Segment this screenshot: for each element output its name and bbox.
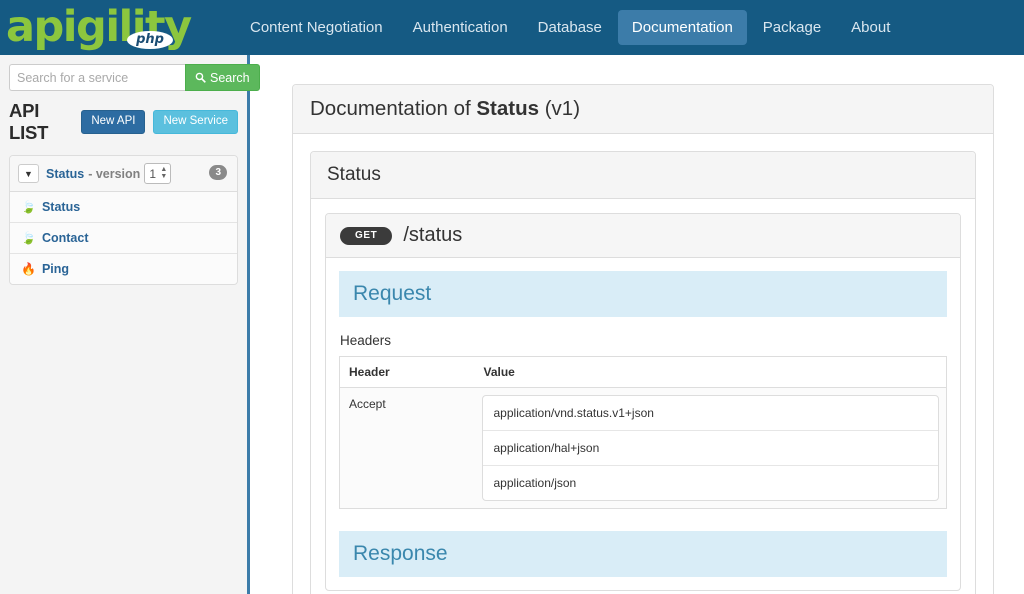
- page-title-name: Status: [476, 97, 539, 120]
- search-row: Search: [9, 64, 238, 91]
- service-panel: Status GET /status Request Headers: [310, 151, 976, 594]
- nav-item-package[interactable]: Package: [749, 10, 835, 45]
- version-stepper[interactable]: 1 ▲▼: [144, 163, 171, 184]
- documentation-panel-header: Documentation of Status (v1): [293, 85, 993, 134]
- cell-header-values: application/vnd.status.v1+json applicati…: [475, 388, 947, 509]
- api-version-label: - version: [88, 167, 140, 181]
- operation-body: Request Headers Header Value: [326, 258, 960, 590]
- list-item: application/json: [483, 466, 939, 500]
- fire-icon: 🔥: [21, 262, 36, 276]
- sidebar: Search API LIST New API New Service ▼ St…: [0, 55, 250, 594]
- api-list-title: API LIST: [9, 100, 73, 144]
- column-header-value: Value: [475, 357, 947, 388]
- api-panel-header: ▼ Status - version 1 ▲▼ 3: [10, 156, 237, 192]
- service-panel-body: GET /status Request Headers Header: [311, 199, 975, 594]
- brand-logo[interactable]: apigility php: [6, 0, 181, 55]
- sidebar-item-ping[interactable]: 🔥 Ping: [10, 254, 237, 284]
- api-count-badge: 3: [209, 165, 227, 180]
- documentation-panel: Documentation of Status (v1) Status GET …: [292, 84, 994, 594]
- operation-header: GET /status: [326, 214, 960, 258]
- table-body: Accept application/vnd.status.v1+json ap…: [340, 388, 947, 509]
- nav-item-about[interactable]: About: [837, 10, 904, 45]
- sidebar-item-label: Ping: [42, 262, 69, 276]
- documentation-panel-body: Status GET /status Request Headers: [293, 134, 993, 594]
- top-navbar: apigility php Content Negotiation Authen…: [0, 0, 1024, 55]
- php-badge-icon: php: [127, 31, 173, 49]
- nav-item-documentation[interactable]: Documentation: [618, 10, 747, 45]
- search-button[interactable]: Search: [185, 64, 260, 91]
- search-icon: [195, 72, 206, 83]
- request-section-header: Request: [339, 271, 947, 317]
- leaf-icon: 🍃: [21, 231, 36, 245]
- header-value-list: application/vnd.status.v1+json applicati…: [482, 395, 940, 501]
- column-header-header: Header: [340, 357, 475, 388]
- chevron-down-icon[interactable]: ▼: [18, 164, 39, 183]
- headers-label: Headers: [340, 333, 947, 348]
- nav-item-content-negotiation[interactable]: Content Negotiation: [236, 10, 397, 45]
- page-layout: Search API LIST New API New Service ▼ St…: [0, 55, 1024, 594]
- nav-item-authentication[interactable]: Authentication: [399, 10, 522, 45]
- sidebar-item-status[interactable]: 🍃 Status: [10, 192, 237, 223]
- page-title-prefix: Documentation of: [310, 97, 476, 120]
- operation-panel: GET /status Request Headers Header: [325, 213, 961, 591]
- sidebar-item-label: Contact: [42, 231, 89, 245]
- api-list-header: API LIST New API New Service: [9, 100, 238, 144]
- search-input[interactable]: [9, 64, 185, 91]
- new-service-button[interactable]: New Service: [153, 110, 238, 134]
- http-method-badge: GET: [340, 227, 392, 245]
- search-button-label: Search: [210, 71, 250, 85]
- page-title: Documentation of Status (v1): [310, 97, 580, 120]
- cell-header-name: Accept: [340, 388, 475, 509]
- new-api-button[interactable]: New API: [81, 110, 145, 134]
- response-section-header: Response: [339, 531, 947, 577]
- table-header-row: Header Value: [340, 357, 947, 388]
- page-title-version: (v1): [539, 97, 580, 120]
- table-head: Header Value: [340, 357, 947, 388]
- nav-items: Content Negotiation Authentication Datab…: [236, 10, 904, 45]
- table-row: Accept application/vnd.status.v1+json ap…: [340, 388, 947, 509]
- sidebar-item-contact[interactable]: 🍃 Contact: [10, 223, 237, 254]
- main-content: Documentation of Status (v1) Status GET …: [250, 55, 1024, 594]
- api-list-panel: ▼ Status - version 1 ▲▼ 3 🍃 Status 🍃 Con…: [9, 155, 238, 285]
- list-item: application/hal+json: [483, 431, 939, 466]
- request-headers-table: Header Value Accept: [339, 356, 947, 509]
- nav-item-database[interactable]: Database: [524, 10, 616, 45]
- service-panel-title: Status: [311, 152, 975, 199]
- list-item: application/vnd.status.v1+json: [483, 396, 939, 431]
- api-name-label[interactable]: Status: [46, 167, 84, 181]
- version-value: 1: [149, 167, 156, 181]
- sidebar-item-label: Status: [42, 200, 80, 214]
- stepper-arrows-icon: ▲▼: [160, 166, 167, 180]
- operation-uri: /status: [403, 224, 462, 247]
- leaf-icon: 🍃: [21, 200, 36, 214]
